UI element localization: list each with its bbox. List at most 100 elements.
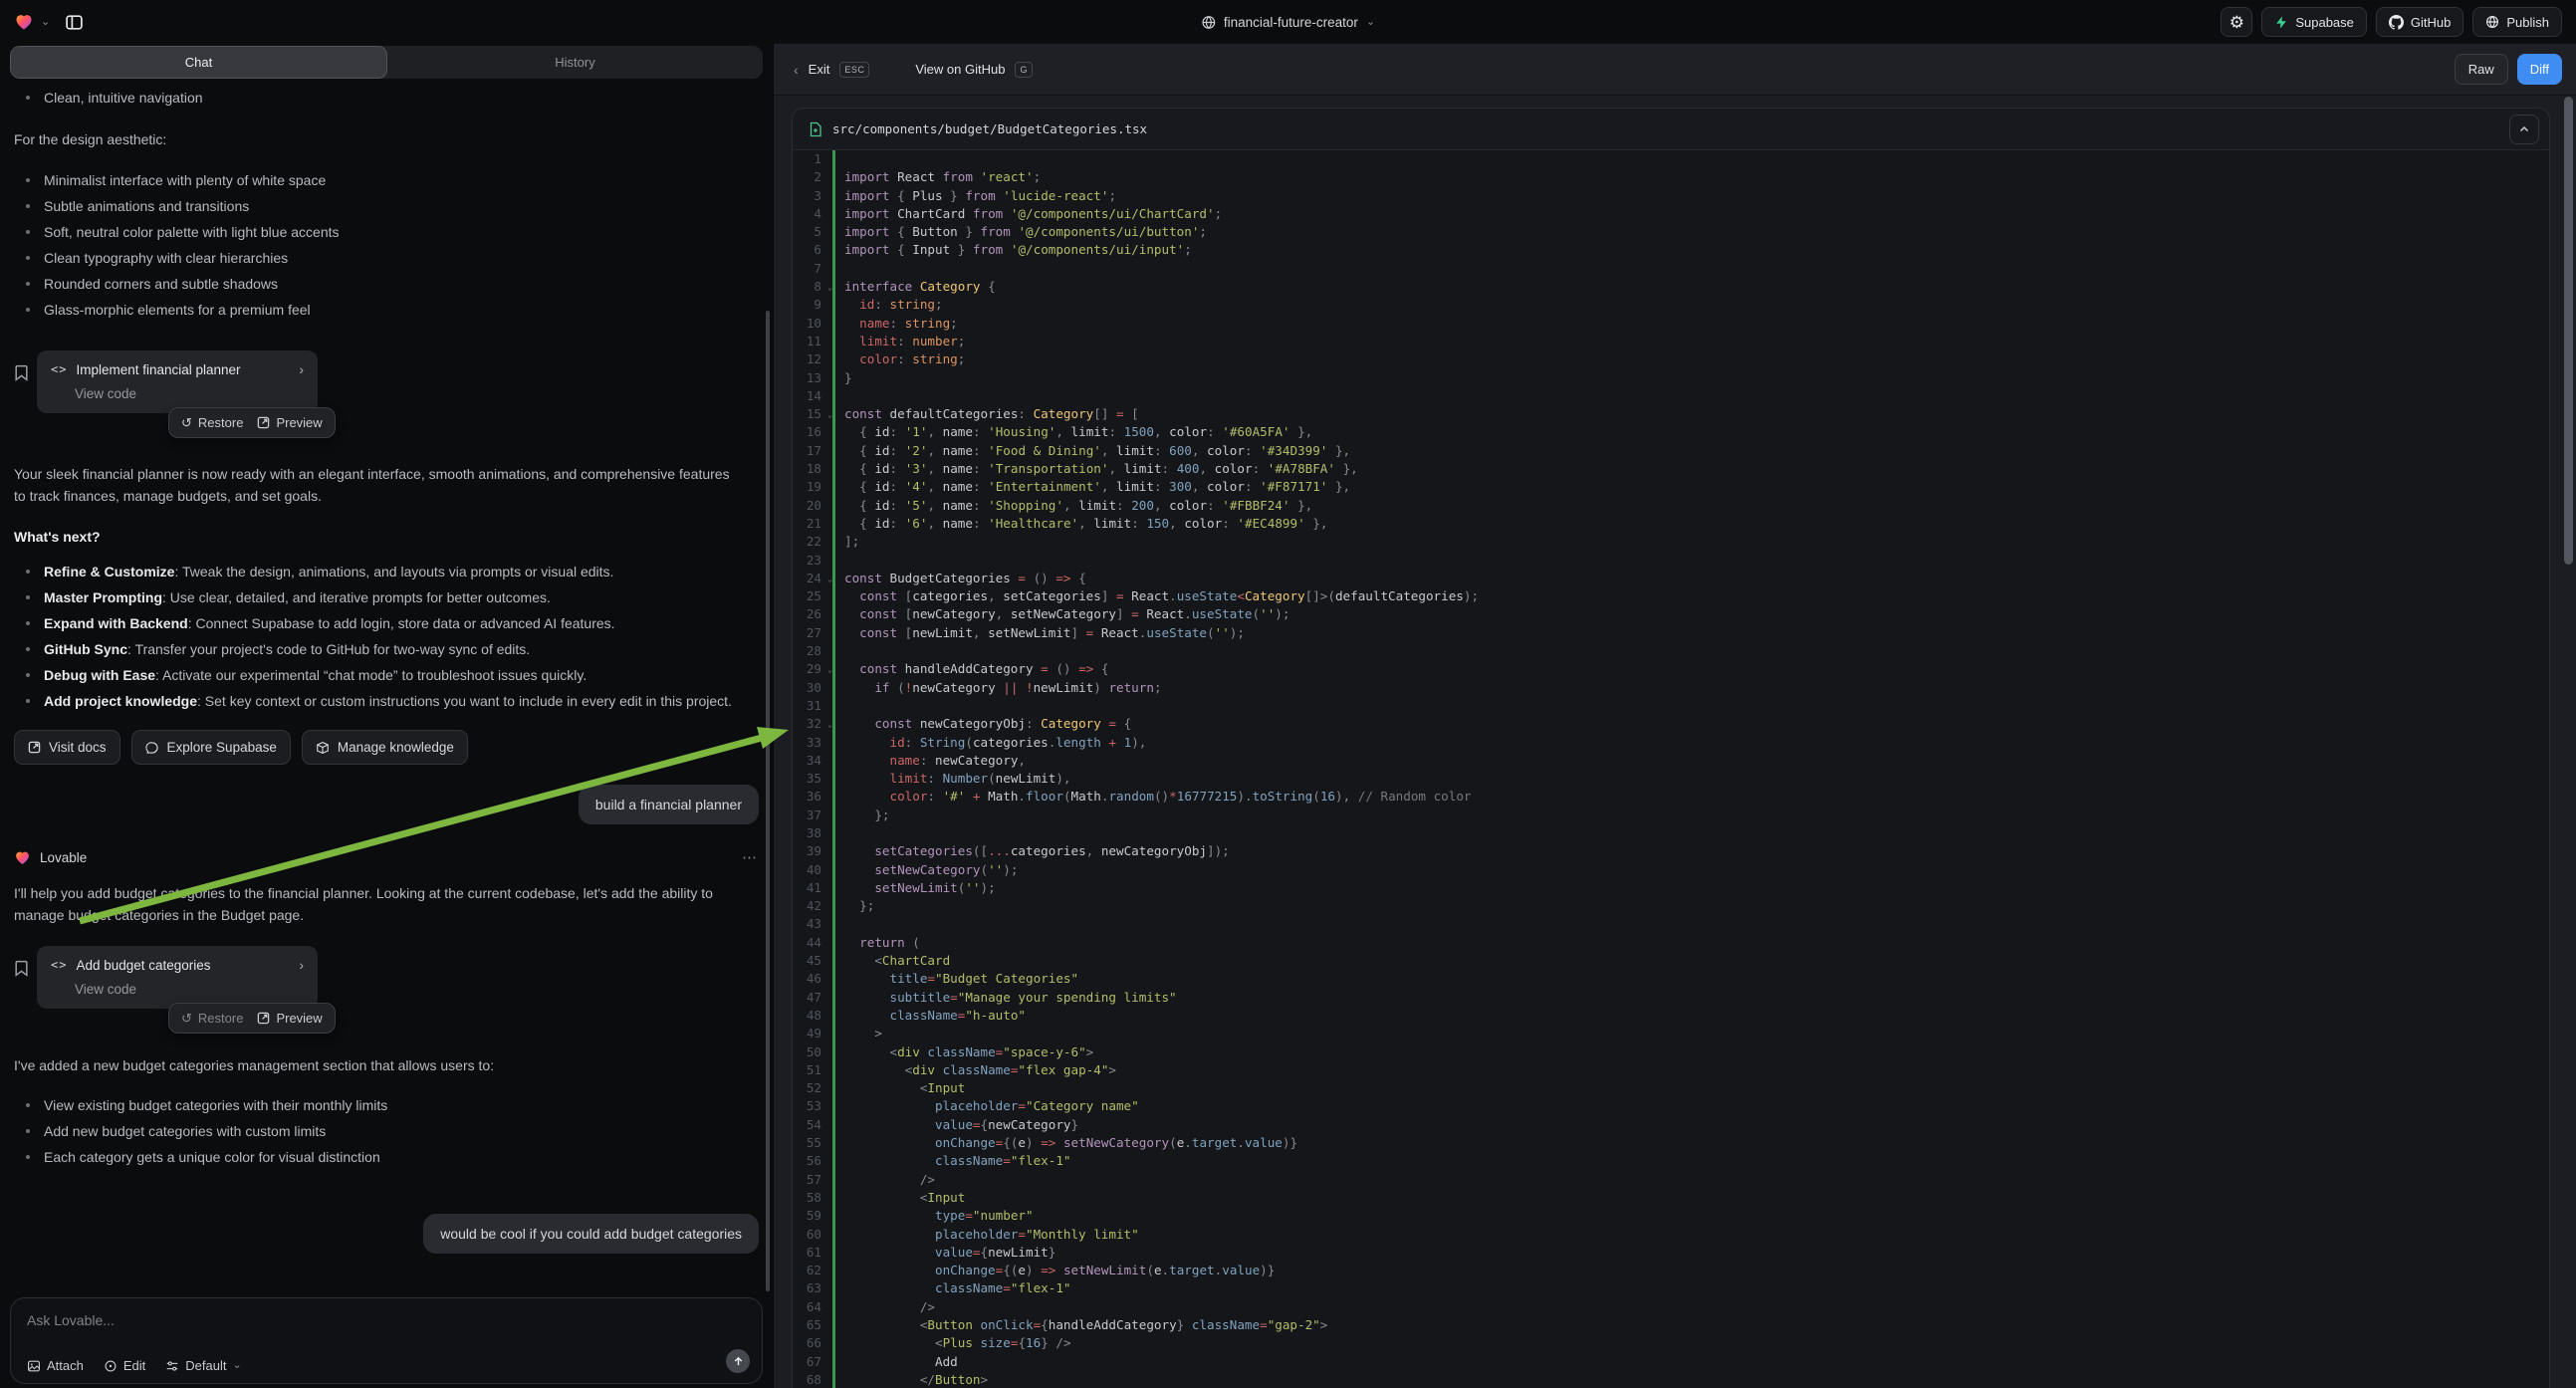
view-code-link[interactable]: View code [75, 982, 304, 997]
send-button[interactable] [726, 1349, 750, 1373]
attach-button[interactable]: Attach [27, 1358, 84, 1373]
fold-chevron-icon[interactable]: ⌄ [827, 406, 832, 424]
code-line: 23 [793, 552, 2549, 570]
code-line: 34 name: newCategory, [793, 752, 2549, 770]
exit-button[interactable]: Exit [809, 62, 830, 77]
code-line: 66 <Plus size={16} /> [793, 1334, 2549, 1352]
bullet-item: Glass-morphic elements for a premium fee… [14, 297, 759, 323]
whats-next-list: Refine & Customize: Tweak the design, an… [14, 559, 759, 714]
lovable-logo-icon[interactable] [14, 12, 34, 32]
view-on-github-link[interactable]: View on GitHub [915, 62, 1005, 77]
view-code-link[interactable]: View code [75, 386, 304, 401]
chat-tabbar: Chat History [10, 46, 763, 79]
edit-button[interactable]: Edit [104, 1358, 145, 1373]
bullet-list: Minimalist interface with plenty of whit… [14, 167, 759, 323]
supabase-icon [2274, 15, 2288, 30]
sidebar-toggle-icon[interactable] [65, 13, 84, 32]
github-button[interactable]: GitHub [2376, 7, 2463, 37]
code-body: src/components/budget/BudgetCategories.t… [774, 96, 2576, 1388]
preview-button[interactable]: Preview [257, 415, 322, 430]
code-line: 15⌄const defaultCategories: Category[] =… [793, 405, 2549, 423]
mode-selector[interactable]: Default ⌄ [165, 1358, 241, 1373]
assistant-text: I'll help you add budget categories to t… [14, 882, 756, 926]
code-line: 57 /> [793, 1171, 2549, 1189]
code-editor[interactable]: 12import React from 'react';3import { Pl… [793, 150, 2549, 1388]
explore-supabase-button[interactable]: Explore Supabase [131, 730, 291, 765]
more-options-icon[interactable]: ⋯ [742, 848, 759, 866]
composer-input[interactable]: Ask Lovable... [27, 1312, 746, 1328]
code-line: 27 const [newLimit, setNewLimit] = React… [793, 624, 2549, 642]
code-line: 9 id: string; [793, 296, 2549, 314]
restore-button[interactable]: ↺Restore [181, 1011, 243, 1026]
code-line: 42 }; [793, 897, 2549, 915]
code-line: 1 [793, 150, 2549, 168]
bookmark-icon[interactable] [14, 364, 29, 381]
code-line: 28 [793, 642, 2549, 660]
bullet-item: Minimalist interface with plenty of whit… [14, 167, 759, 193]
chat-scrollbar[interactable] [766, 311, 770, 1291]
whats-next-title: What's next? [14, 529, 759, 545]
code-line: 26 const [newCategory, setNewCategory] =… [793, 605, 2549, 623]
top-bar: ⌄ financial-future-creator ⌄ ⚙ Supabase … [0, 0, 2576, 44]
chevron-down-icon: ⌄ [1366, 17, 1375, 28]
code-line: 35 limit: Number(newLimit), [793, 770, 2549, 788]
settings-button[interactable]: ⚙ [2221, 7, 2252, 37]
bullet-item: View existing budget categories with the… [14, 1092, 759, 1118]
preview-button[interactable]: Preview [257, 1011, 322, 1026]
version-card-block: <> Implement financial planner › View co… [14, 350, 759, 437]
fold-chevron-icon[interactable]: ⌄ [827, 716, 832, 734]
code-line: 37 }; [793, 807, 2549, 824]
raw-button[interactable]: Raw [2455, 54, 2508, 85]
code-line: 56 className="flex-1" [793, 1152, 2549, 1170]
chat-composer[interactable]: Ask Lovable... Attach Edit Default ⌄ [10, 1297, 763, 1384]
code-line: 22]; [793, 533, 2549, 551]
publish-button[interactable]: Publish [2472, 7, 2562, 37]
manage-knowledge-button[interactable]: Manage knowledge [302, 730, 468, 765]
version-actions: ↺Restore Preview [168, 407, 336, 438]
version-actions: ↺Restore Preview [168, 1003, 336, 1034]
chevron-down-icon[interactable]: ⌄ [41, 17, 50, 28]
docs-actions-row: Visit docs Explore Supabase Manage knowl… [14, 730, 759, 765]
restore-icon: ↺ [181, 1012, 192, 1025]
code-scrollbar[interactable] [2564, 97, 2573, 565]
user-message: build a financial planner [579, 785, 759, 824]
whats-next-item: Expand with Backend: Connect Supabase to… [14, 610, 753, 636]
fold-chevron-icon[interactable]: ⌄ [827, 279, 832, 297]
user-message-row: build a financial planner [14, 785, 759, 824]
version-card[interactable]: <> Add budget categories › View code ↺Re… [37, 946, 318, 1009]
file-header[interactable]: src/components/budget/BudgetCategories.t… [793, 109, 2549, 150]
code-line: 14 [793, 387, 2549, 405]
code-line: 17 { id: '2', name: 'Food & Dining', lim… [793, 442, 2549, 460]
collapse-button[interactable] [2509, 115, 2539, 144]
fold-chevron-icon[interactable]: ⌄ [827, 661, 832, 679]
diff-button[interactable]: Diff [2517, 54, 2562, 85]
file-card: src/components/budget/BudgetCategories.t… [792, 108, 2550, 1388]
code-line: 48 className="h-auto" [793, 1007, 2549, 1025]
chevron-right-icon: › [299, 361, 304, 377]
bookmark-icon[interactable] [14, 960, 29, 977]
code-line: 11 limit: number; [793, 333, 2549, 350]
package-icon [316, 741, 330, 755]
tab-history[interactable]: History [387, 46, 763, 79]
code-line: 19 { id: '4', name: 'Entertainment', lim… [793, 478, 2549, 496]
code-line: 24⌄const BudgetCategories = () => { [793, 570, 2549, 587]
tab-chat[interactable]: Chat [10, 46, 387, 79]
visit-docs-button[interactable]: Visit docs [14, 730, 120, 765]
supabase-button[interactable]: Supabase [2261, 7, 2367, 37]
code-line: 33 id: String(categories.length + 1), [793, 734, 2549, 752]
code-line: 67 Add [793, 1353, 2549, 1371]
version-title: Implement financial planner [76, 362, 290, 377]
code-line: 39 setCategories([...categories, newCate… [793, 842, 2549, 860]
version-card[interactable]: <> Implement financial planner › View co… [37, 350, 318, 413]
fold-chevron-icon[interactable]: ⌄ [827, 571, 832, 588]
code-line: 41 setNewLimit(''); [793, 879, 2549, 897]
restore-button[interactable]: ↺Restore [181, 415, 243, 430]
code-line: 55 onChange={(e) => setNewCategory(e.tar… [793, 1134, 2549, 1152]
code-line: 62 onChange={(e) => setNewLimit(e.target… [793, 1262, 2549, 1279]
code-header: ‹ Exit ESC View on GitHub G Raw Diff [774, 44, 2576, 96]
code-line: 25 const [categories, setCategories] = R… [793, 587, 2549, 605]
version-card-block: <> Add budget categories › View code ↺Re… [14, 946, 759, 1033]
project-switcher[interactable]: financial-future-creator ⌄ [1201, 0, 1375, 44]
code-line: 21 { id: '6', name: 'Healthcare', limit:… [793, 515, 2549, 533]
code-line: 64 /> [793, 1298, 2549, 1316]
